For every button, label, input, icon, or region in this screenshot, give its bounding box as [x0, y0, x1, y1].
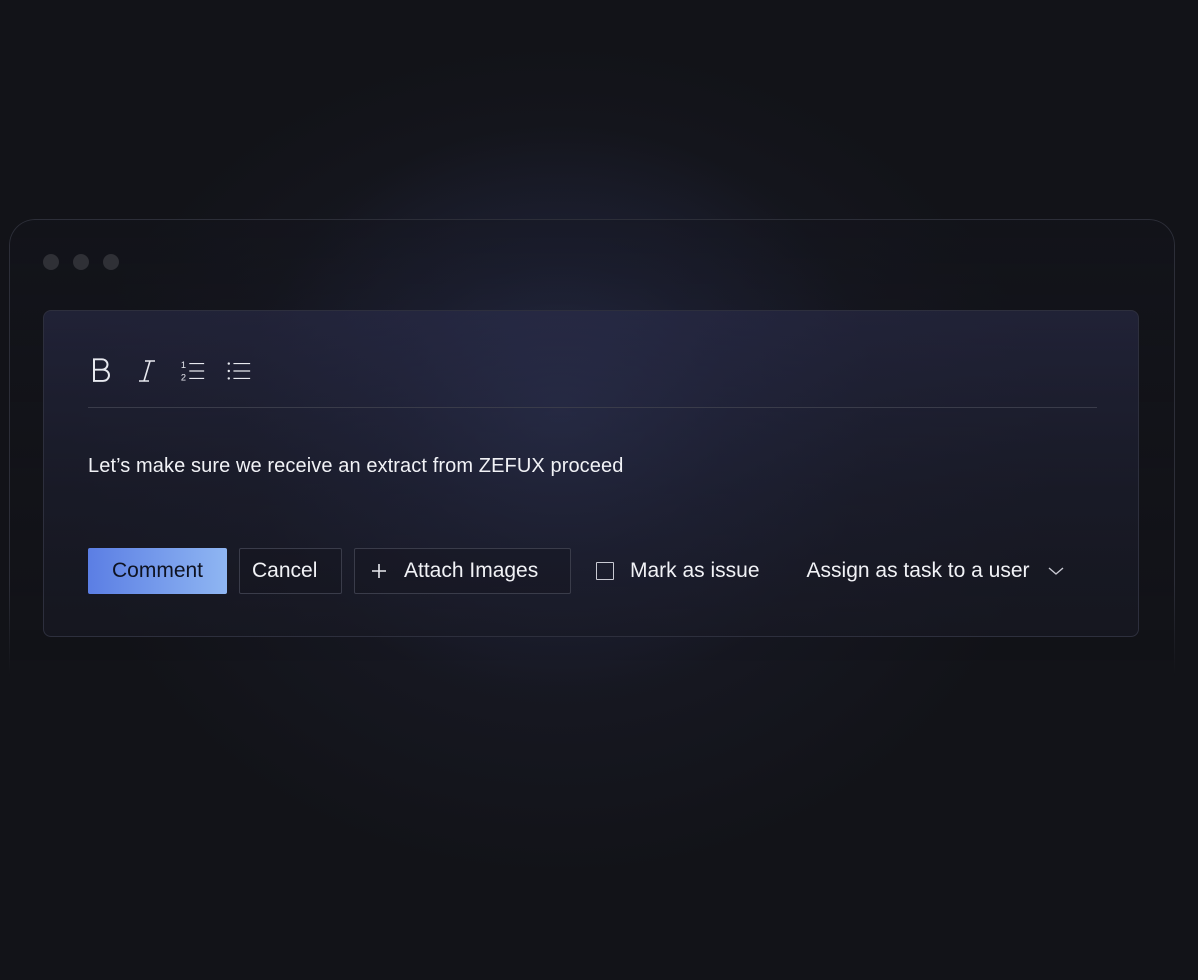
- italic-icon[interactable]: [134, 356, 160, 386]
- attach-images-label: Attach Images: [404, 559, 539, 582]
- mark-as-issue-label: Mark as issue: [630, 559, 760, 582]
- cancel-button[interactable]: Cancel: [239, 548, 342, 594]
- comment-actions: Comment Cancel Attach Images Mark as iss…: [88, 548, 1064, 594]
- window-controls: [43, 254, 119, 270]
- toolbar-divider: [88, 407, 1097, 408]
- attach-images-button[interactable]: Attach Images: [354, 548, 571, 594]
- chevron-down-icon: [1048, 566, 1064, 576]
- svg-text:1: 1: [181, 360, 186, 370]
- bold-icon[interactable]: [88, 356, 114, 386]
- window-dot-minimize[interactable]: [73, 254, 89, 270]
- formatting-toolbar: 1 2: [88, 353, 252, 389]
- numbered-list-icon[interactable]: 1 2: [180, 356, 206, 386]
- plus-icon: [371, 563, 387, 579]
- bullet-list-icon[interactable]: [226, 356, 252, 386]
- window-dot-maximize[interactable]: [103, 254, 119, 270]
- assign-task-dropdown[interactable]: Assign as task to a user: [807, 559, 1064, 583]
- mark-as-issue-toggle[interactable]: Mark as issue: [596, 559, 760, 583]
- svg-text:2: 2: [181, 372, 186, 382]
- mark-as-issue-checkbox[interactable]: [596, 562, 614, 580]
- comment-text-input[interactable]: Let’s make sure we receive an extract fr…: [88, 455, 623, 478]
- comment-editor: 1 2 Let’s make sure we receive an extrac…: [43, 310, 1139, 637]
- window-dot-close[interactable]: [43, 254, 59, 270]
- assign-task-label: Assign as task to a user: [806, 559, 1030, 582]
- comment-button[interactable]: Comment: [88, 548, 227, 594]
